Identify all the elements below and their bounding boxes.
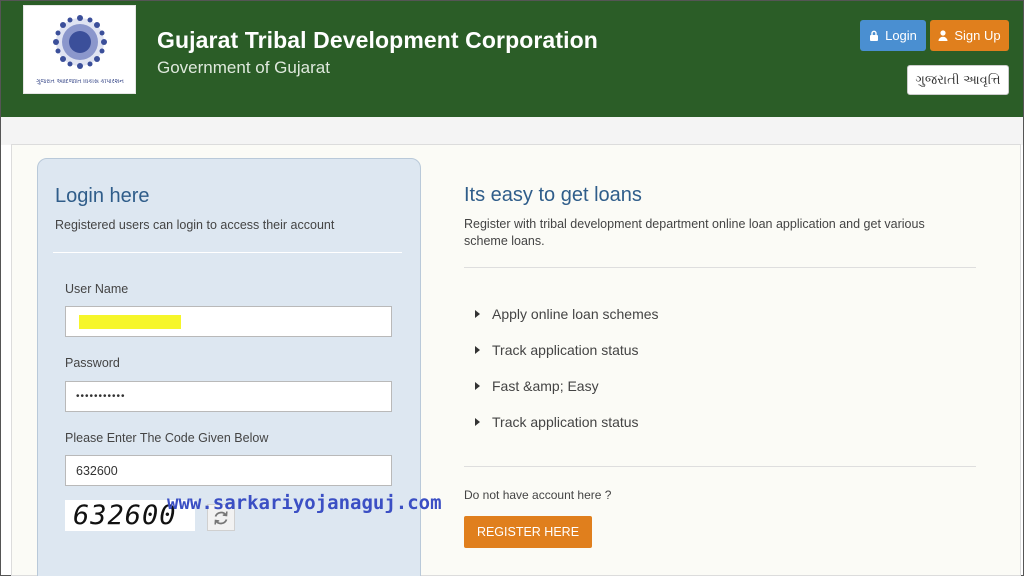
- login-description: Registered users can login to access the…: [55, 218, 335, 232]
- caret-right-icon: [475, 346, 480, 354]
- username-label: User Name: [65, 282, 129, 296]
- login-button-label: Login: [885, 28, 917, 43]
- login-divider: [53, 252, 402, 253]
- feature-item: Apply online loan schemes: [475, 306, 659, 322]
- feature-item: Fast &amp; Easy: [475, 378, 599, 394]
- organization-logo: ગુજરાત આદિજાતિ વિકાસ કોર્પોરેશન: [23, 5, 136, 94]
- password-input[interactable]: •••••••••••: [65, 381, 392, 412]
- feature-label: Fast &amp; Easy: [492, 378, 599, 394]
- logo-caption: ગુજરાત આદિજાતિ વિકાસ કોર્પોરેશન: [36, 79, 124, 85]
- info-description: Register with tribal development departm…: [464, 217, 925, 248]
- organization-subtitle: Government of Gujarat: [157, 58, 330, 77]
- feature-label: Apply online loan schemes: [492, 306, 659, 322]
- no-account-text: Do not have account here ?: [464, 488, 612, 502]
- register-button[interactable]: REGISTER HERE: [464, 516, 592, 548]
- login-button[interactable]: Login: [860, 20, 926, 51]
- language-toggle-button[interactable]: ગુજરાતી આવૃત્તિ: [907, 65, 1009, 95]
- caret-right-icon: [475, 382, 480, 390]
- site-header: ગુજરાત આદિજાતિ વિકાસ કોર્પોરેશન Gujarat …: [1, 1, 1023, 117]
- captcha-code-input[interactable]: 632600: [65, 455, 392, 486]
- caret-right-icon: [475, 310, 480, 318]
- user-icon: [938, 30, 948, 41]
- info-divider-bottom: [464, 466, 976, 467]
- feature-item: Track application status: [475, 342, 639, 358]
- organization-title: Gujarat Tribal Development Corporation: [157, 27, 598, 53]
- redaction-highlight: [79, 315, 181, 329]
- captcha-code-label: Please Enter The Code Given Below: [65, 431, 269, 445]
- signup-button[interactable]: Sign Up: [930, 20, 1009, 51]
- login-title: Login here: [55, 185, 150, 207]
- password-label: Password: [65, 356, 120, 370]
- watermark-text: www.sarkariyojanaguj.com: [167, 492, 442, 514]
- signup-button-label: Sign Up: [954, 28, 1001, 43]
- caret-right-icon: [475, 418, 480, 426]
- info-divider-top: [464, 267, 976, 268]
- feature-label: Track application status: [492, 342, 639, 358]
- lock-icon: [870, 30, 879, 41]
- feature-item: Track application status: [475, 414, 639, 430]
- page-divider-strip: [1, 117, 1023, 145]
- feature-label: Track application status: [492, 414, 639, 430]
- info-title: Its easy to get loans: [464, 184, 642, 206]
